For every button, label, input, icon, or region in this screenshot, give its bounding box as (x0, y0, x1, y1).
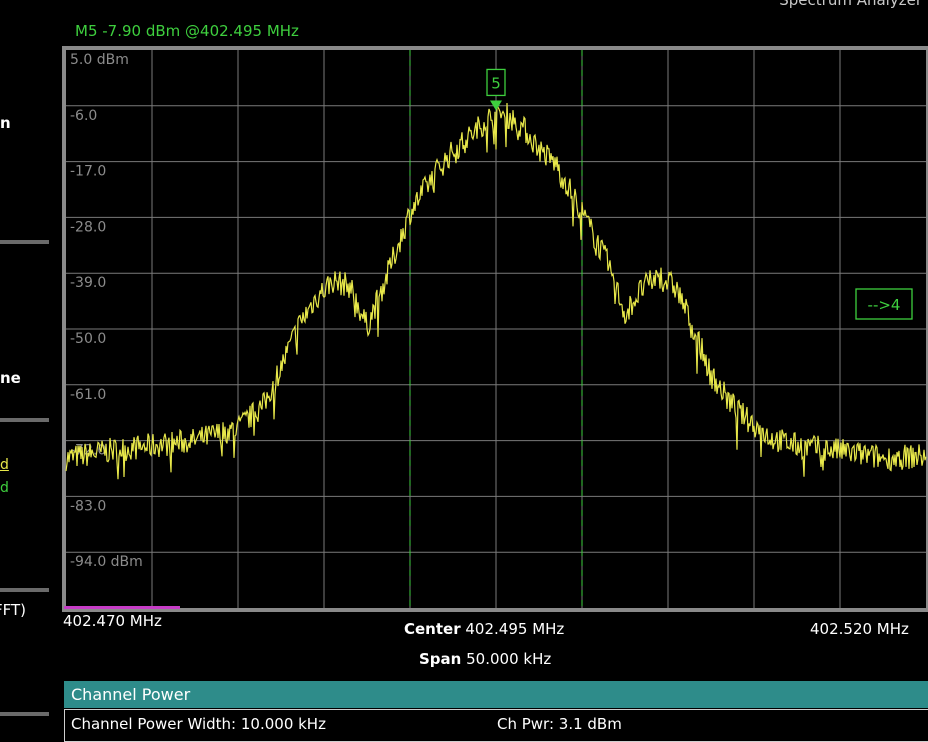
stop-frequency[interactable]: 402.520 MHz (810, 620, 909, 638)
center-value: 402.495 MHz (465, 620, 565, 638)
span-value: 50.000 kHz (466, 650, 552, 668)
span[interactable]: Span 50.000 kHz (419, 650, 551, 668)
center-label: Center (404, 620, 461, 638)
channel-power-value: Ch Pwr: 3.1 dBm (497, 715, 622, 733)
results-table-title: Channel Power (64, 681, 928, 708)
offscreen-marker-indicator[interactable]: -->4 (855, 288, 913, 320)
start-frequency[interactable]: 402.470 MHz (63, 612, 162, 630)
y-tick-label: -83.0 (70, 498, 106, 514)
y-tick-label: -28.0 (70, 219, 106, 235)
y-tick-label: -50.0 (70, 331, 106, 347)
y-tick-label: -6.0 (70, 108, 97, 124)
results-table-row: Channel Power Width: 10.000 kHz Ch Pwr: … (64, 709, 928, 742)
marker-5-label: 5 (491, 74, 501, 92)
channel-power-width: Channel Power Width: 10.000 kHz (71, 715, 326, 733)
span-label: Span (419, 650, 462, 668)
y-tick-label: -17.0 (70, 164, 106, 180)
y-tick-label: -61.0 (70, 387, 106, 403)
center-frequency[interactable]: Center 402.495 MHz (404, 620, 564, 638)
y-tick-label: -39.0 (70, 275, 106, 291)
offscreen-marker-label: -->4 (868, 296, 901, 314)
y-tick-label: 5.0 dBm (70, 52, 129, 68)
sweep-progress-indicator (64, 606, 180, 609)
y-tick-label: -94.0 dBm (70, 554, 143, 570)
